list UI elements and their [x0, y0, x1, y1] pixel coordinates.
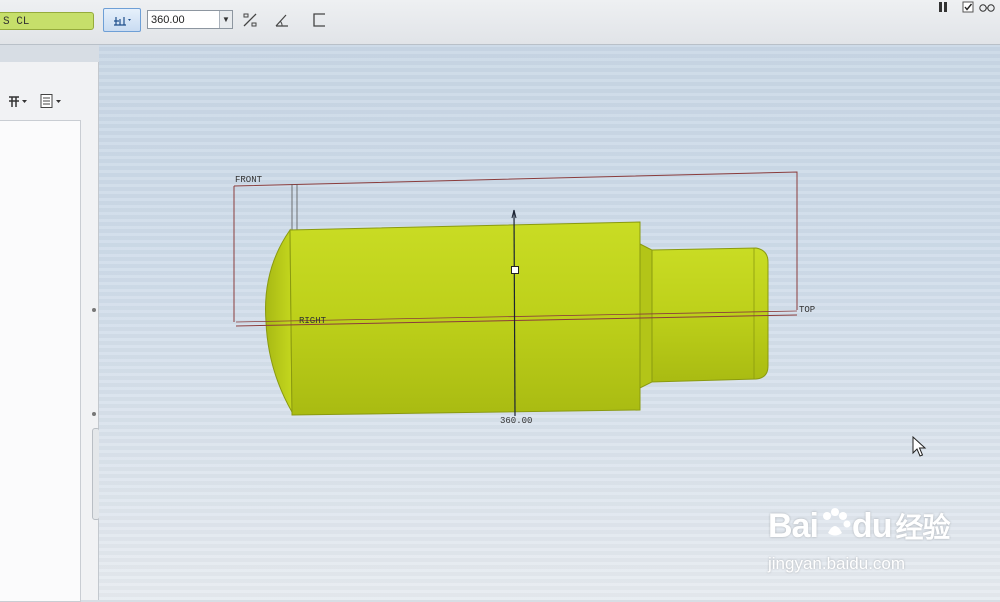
right-plane-label: RIGHT [299, 316, 327, 326]
dimension-drag-handle[interactable] [511, 266, 519, 274]
watermark-brand-right: du [851, 507, 893, 545]
dimension-value-label[interactable]: 360.00 [500, 416, 532, 426]
paw-icon [822, 508, 851, 536]
top-plane-label: TOP [799, 305, 815, 315]
watermark-brand-left: Bai [768, 507, 819, 545]
revolved-part[interactable] [265, 221, 769, 416]
front-plane-label: FRONT [235, 175, 263, 185]
watermark-site: jingyan.baidu.com [768, 554, 906, 573]
watermark-brand: Bai du 经验 [768, 506, 950, 546]
watermark-brand-chinese: 经验 [895, 512, 950, 543]
mouse-pointer-icon [912, 436, 927, 457]
baidu-watermark: Bai du 经验 jingyan.baidu.com [768, 492, 988, 582]
